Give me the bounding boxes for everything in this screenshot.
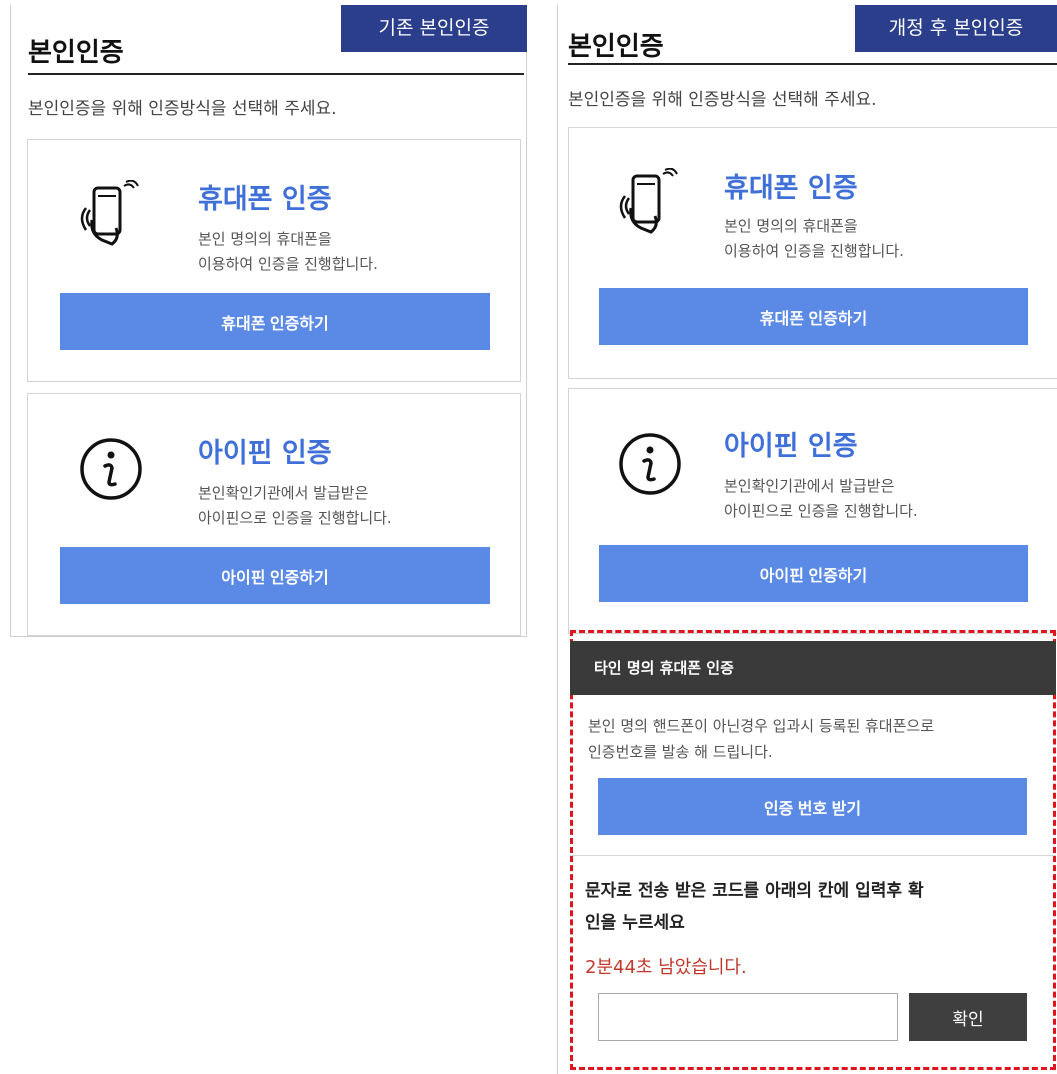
page-title: 본인인증	[568, 32, 664, 62]
request-code-button[interactable]: 인증 번호 받기	[598, 778, 1027, 835]
ipin-auth-button[interactable]: 아이핀 인증하기	[599, 545, 1028, 602]
page-title: 본인인증	[28, 38, 124, 68]
verification-code-input[interactable]	[598, 993, 898, 1041]
ipin-auth-heading: 아이핀 인증	[198, 438, 332, 469]
other-phone-auth-desc: 본인 명의 핸드폰이 아닌경우 입과시 등록된 휴대폰으로 인증번호를 발송 해…	[588, 713, 934, 765]
other-phone-auth-section: 타인 명의 휴대폰 인증 본인 명의 핸드폰이 아닌경우 입과시 등록된 휴대폰…	[570, 630, 1056, 1070]
section-divider	[570, 855, 1056, 856]
phone-auth-button[interactable]: 휴대폰 인증하기	[599, 288, 1028, 345]
info-circle-icon	[617, 431, 683, 501]
desc-line: 이용하여 인증을 진행합니다.	[724, 242, 904, 260]
desc-line: 본인 명의의 휴대폰을	[198, 230, 332, 248]
countdown-timer: 2분44초 남았습니다.	[585, 957, 747, 978]
phone-auth-heading: 휴대폰 인증	[724, 173, 858, 204]
desc-line: 본인 명의의 휴대폰을	[724, 217, 858, 235]
ipin-auth-card: 아이핀 인증 본인확인기관에서 발급받은 아이핀으로 인증을 진행합니다. 아이…	[568, 388, 1057, 634]
page-subtitle: 본인인증을 위해 인증방식을 선택해 주세요.	[568, 90, 877, 110]
page-subtitle: 본인인증을 위해 인증방식을 선택해 주세요.	[28, 99, 337, 119]
other-phone-auth-header: 타인 명의 휴대폰 인증	[570, 641, 1056, 695]
phone-auth-desc: 본인 명의의 휴대폰을 이용하여 인증을 진행합니다.	[724, 214, 904, 264]
ipin-auth-desc: 본인확인기관에서 발급받은 아이핀으로 인증을 진행합니다.	[198, 481, 392, 531]
desc-line: 아이핀으로 인증을 진행합니다.	[198, 509, 392, 527]
desc-line: 본인확인기관에서 발급받은	[724, 477, 895, 495]
phone-vibrate-icon	[619, 167, 679, 242]
phone-auth-button[interactable]: 휴대폰 인증하기	[60, 293, 490, 350]
desc-line: 이용하여 인증을 진행합니다.	[198, 255, 378, 273]
ipin-auth-card: 아이핀 인증 본인확인기관에서 발급받은 아이핀으로 인증을 진행합니다. 아이…	[27, 393, 521, 636]
phone-auth-heading: 휴대폰 인증	[198, 184, 332, 215]
help-line: 인을 누르세요	[585, 913, 685, 933]
ipin-auth-heading: 아이핀 인증	[724, 431, 858, 462]
desc-line: 본인확인기관에서 발급받은	[198, 484, 369, 502]
help-line: 문자로 전송 받은 코드를 아래의 칸에 입력후 확	[585, 881, 924, 901]
ipin-auth-desc: 본인확인기관에서 발급받은 아이핀으로 인증을 진행합니다.	[724, 474, 918, 524]
revised-version-tag: 개정 후 본인인증	[855, 5, 1057, 52]
phone-vibrate-icon	[80, 179, 140, 254]
ipin-auth-button[interactable]: 아이핀 인증하기	[60, 547, 490, 604]
title-divider	[28, 73, 524, 75]
legacy-auth-panel: 기존 본인인증 본인인증 본인인증을 위해 인증방식을 선택해 주세요. 휴대폰…	[10, 5, 527, 637]
desc-line: 본인 명의 핸드폰이 아닌경우 입과시 등록된 휴대폰으로	[588, 717, 935, 735]
title-divider	[568, 63, 1057, 65]
phone-auth-card: 휴대폰 인증 본인 명의의 휴대폰을 이용하여 인증을 진행합니다. 휴대폰 인…	[27, 139, 521, 382]
desc-line: 아이핀으로 인증을 진행합니다.	[724, 502, 918, 520]
desc-line: 인증번호를 발송 해 드립니다.	[588, 743, 773, 761]
confirm-button[interactable]: 확인	[909, 993, 1027, 1041]
legacy-version-tag: 기존 본인인증	[341, 5, 527, 52]
info-circle-icon	[78, 436, 144, 506]
phone-auth-card: 휴대폰 인증 본인 명의의 휴대폰을 이용하여 인증을 진행합니다. 휴대폰 인…	[568, 127, 1057, 379]
phone-auth-desc: 본인 명의의 휴대폰을 이용하여 인증을 진행합니다.	[198, 227, 378, 277]
code-entry-instructions: 문자로 전송 받은 코드를 아래의 칸에 입력후 확 인을 누르세요	[585, 875, 924, 939]
